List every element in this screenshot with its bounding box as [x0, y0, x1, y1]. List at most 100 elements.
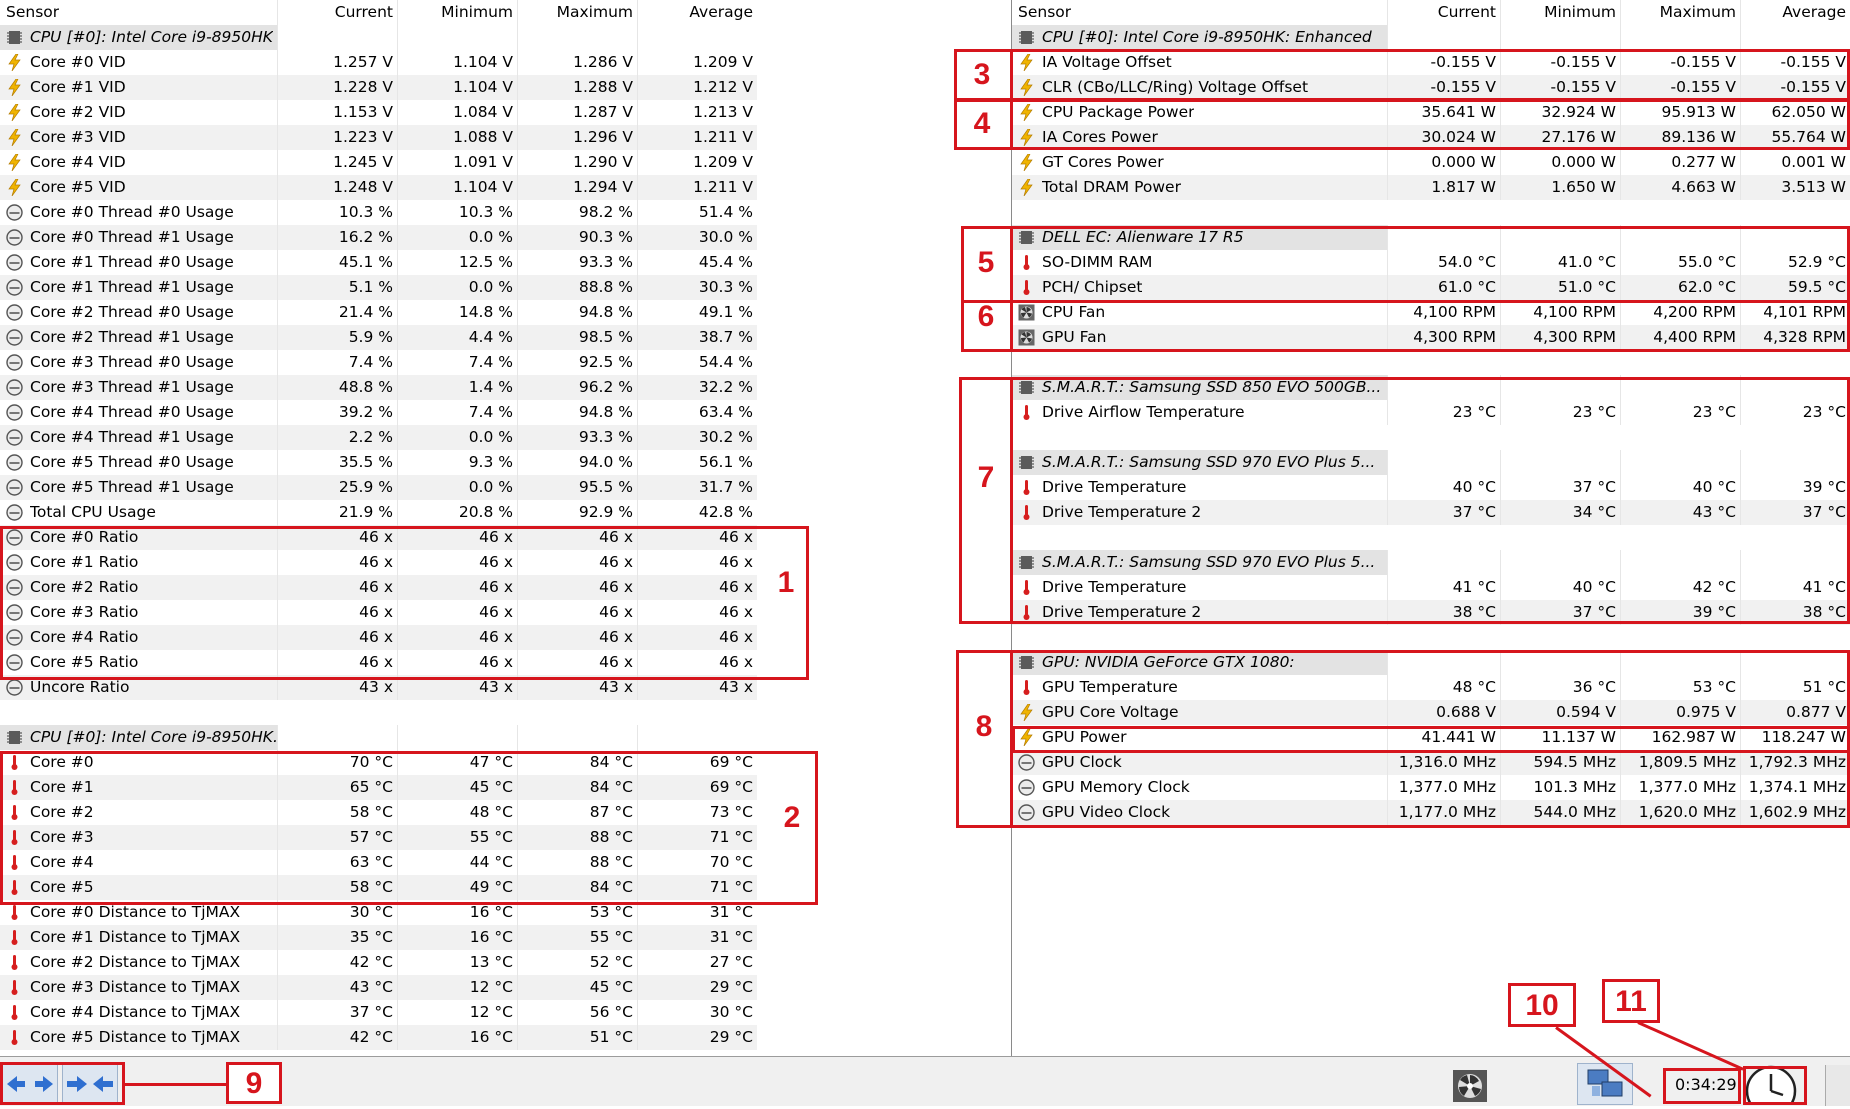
sensor-row[interactable]: Total DRAM Power 1.817 W 1.650 W 4.663 W 3.5… — [1012, 175, 1850, 200]
sensor-row[interactable]: Drive Temperature 2 37 °C 34 °C 43 °C 37 °C — [1012, 500, 1850, 525]
sensor-row[interactable]: Core #0 70 °C 47 °C 84 °C 69 °C — [0, 750, 757, 775]
sensor-group-header[interactable]: CPU [#0]: Intel Core i9-8950HK... — [0, 725, 757, 750]
sensor-row[interactable]: Core #2 Distance to TjMAX 42 °C 13 °C 52 °C… — [0, 950, 757, 975]
sensor-group-header[interactable]: S.M.A.R.T.: Samsung SSD 970 EVO Plus 5..… — [1012, 450, 1850, 475]
value-current: 2.2 % — [277, 425, 397, 450]
sensor-group-header[interactable]: CPU [#0]: Intel Core i9-8950HK: Enhanced — [1012, 25, 1850, 50]
value-minimum: 20.8 % — [397, 500, 517, 525]
sensor-group-header[interactable]: DELL EC: Alienware 17 R5 — [1012, 225, 1850, 250]
sensor-row[interactable]: Core #5 58 °C 49 °C 84 °C 71 °C — [0, 875, 757, 900]
column-header-average[interactable]: Average — [637, 0, 757, 25]
sensor-row[interactable]: Core #3 VID 1.223 V 1.088 V 1.296 V 1.211 V — [0, 125, 757, 150]
sensor-row[interactable]: Core #3 57 °C 55 °C 88 °C 71 °C — [0, 825, 757, 850]
gauge-icon — [6, 579, 23, 596]
column-header-sensor[interactable]: Sensor — [1018, 0, 1071, 25]
sensor-row[interactable]: Core #3 Distance to TjMAX 43 °C 12 °C 45 °C… — [0, 975, 757, 1000]
collapse-button[interactable] — [62, 1063, 118, 1103]
sensor-row[interactable]: Core #1 Thread #1 Usage 5.1 % 0.0 % 88.8 % 3… — [0, 275, 757, 300]
window-edge-button[interactable] — [1825, 1065, 1850, 1106]
sensor-row[interactable]: Core #4 Thread #0 Usage 39.2 % 7.4 % 94.8 %… — [0, 400, 757, 425]
sensor-row[interactable]: Core #0 Distance to TjMAX 30 °C 16 °C 53 °C… — [0, 900, 757, 925]
sensor-row[interactable]: Core #0 Thread #0 Usage 10.3 % 10.3 % 98.2 … — [0, 200, 757, 225]
value-minimum: 27.176 W — [1500, 125, 1620, 150]
sensor-group-header[interactable]: S.M.A.R.T.: Samsung SSD 970 EVO Plus 5..… — [1012, 550, 1850, 575]
sensor-row[interactable]: Drive Airflow Temperature 23 °C 23 °C 23 °C… — [1012, 400, 1850, 425]
sensor-row[interactable]: Core #3 Ratio 46 x 46 x 46 x 46 x — [0, 600, 757, 625]
sensor-row[interactable]: Core #1 Ratio 46 x 46 x 46 x 46 x — [0, 550, 757, 575]
sensor-row[interactable]: Core #4 63 °C 44 °C 88 °C 70 °C — [0, 850, 757, 875]
sensor-row[interactable]: CPU Fan 4,100 RPM 4,100 RPM 4,200 RPM 4,101 … — [1012, 300, 1850, 325]
value-minimum: 4.4 % — [397, 325, 517, 350]
sensor-group-header[interactable]: CPU [#0]: Intel Core i9-8950HK — [0, 25, 757, 50]
sensor-row[interactable]: GPU Power 41.441 W 11.137 W 162.987 W 118.24… — [1012, 725, 1850, 750]
column-header-average[interactable]: Average — [1740, 0, 1850, 25]
sensor-row[interactable]: Core #2 VID 1.153 V 1.084 V 1.287 V 1.213 V — [0, 100, 757, 125]
sensor-row[interactable]: GPU Temperature 48 °C 36 °C 53 °C 51 °C — [1012, 675, 1850, 700]
sensor-row[interactable]: GPU Memory Clock 1,377.0 MHz 101.3 MHz 1,37… — [1012, 775, 1850, 800]
sensor-row[interactable]: Core #5 Thread #1 Usage 25.9 % 0.0 % 95.5 %… — [0, 475, 757, 500]
column-header-minimum[interactable]: Minimum — [397, 0, 517, 25]
sensor-row[interactable]: GT Cores Power 0.000 W 0.000 W 0.277 W 0.001… — [1012, 150, 1850, 175]
sensor-row[interactable]: Core #1 Thread #0 Usage 45.1 % 12.5 % 93.3 … — [0, 250, 757, 275]
sensor-row[interactable]: Core #5 Thread #0 Usage 35.5 % 9.3 % 94.0 %… — [0, 450, 757, 475]
sensor-row[interactable]: GPU Video Clock 1,177.0 MHz 544.0 MHz 1,620… — [1012, 800, 1850, 825]
sensor-row[interactable]: Core #2 Thread #1 Usage 5.9 % 4.4 % 98.5 % 3… — [0, 325, 757, 350]
sensor-row[interactable]: Core #4 Ratio 46 x 46 x 46 x 46 x — [0, 625, 757, 650]
sensor-row[interactable]: SO-DIMM RAM 54.0 °C 41.0 °C 55.0 °C 52.9 °C — [1012, 250, 1850, 275]
sensor-row[interactable]: Core #5 VID 1.248 V 1.104 V 1.294 V 1.211 V — [0, 175, 757, 200]
sensor-row[interactable]: Core #2 Ratio 46 x 46 x 46 x 46 x — [0, 575, 757, 600]
sensor-row[interactable]: Core #1 VID 1.228 V 1.104 V 1.288 V 1.212 V — [0, 75, 757, 100]
gauge-icon — [6, 354, 23, 371]
value-average: 38 °C — [1740, 600, 1850, 625]
sensor-row[interactable]: GPU Core Voltage 0.688 V 0.594 V 0.975 V 0.8… — [1012, 700, 1850, 725]
value-average: -0.155 V — [1740, 50, 1850, 75]
group-name: CPU [#0]: Intel Core i9-8950HK... — [30, 728, 288, 746]
blank-row — [1012, 350, 1850, 375]
sensor-row[interactable]: Core #2 58 °C 48 °C 87 °C 73 °C — [0, 800, 757, 825]
column-header-current[interactable]: Current — [1387, 0, 1500, 25]
sensor-group-header[interactable]: GPU: NVIDIA GeForce GTX 1080: — [1012, 650, 1850, 675]
sensor-row[interactable]: Core #4 Distance to TjMAX 37 °C 12 °C 56 °C… — [0, 1000, 757, 1025]
gauge-icon — [6, 504, 23, 521]
value-maximum: 53 °C — [1620, 675, 1740, 700]
column-header-minimum[interactable]: Minimum — [1500, 0, 1620, 25]
sensor-row[interactable]: Core #5 Ratio 46 x 46 x 46 x 46 x — [0, 650, 757, 675]
sensor-row[interactable]: Total CPU Usage 21.9 % 20.8 % 92.9 % 42.8 % — [0, 500, 757, 525]
sensor-row[interactable]: Uncore Ratio 43 x 43 x 43 x 43 x — [0, 675, 757, 700]
column-header-current[interactable]: Current — [277, 0, 397, 25]
sensor-row[interactable]: Core #3 Thread #0 Usage 7.4 % 7.4 % 92.5 % 5… — [0, 350, 757, 375]
sensor-row[interactable]: Drive Temperature 2 38 °C 37 °C 39 °C 38 °C — [1012, 600, 1850, 625]
group-name: CPU [#0]: Intel Core i9-8950HK — [30, 28, 273, 46]
value-maximum: 4,200 RPM — [1620, 300, 1740, 325]
sensor-row[interactable]: PCH/ Chipset 61.0 °C 51.0 °C 62.0 °C 59.5 °C — [1012, 275, 1850, 300]
sensor-row[interactable]: Core #0 Ratio 46 x 46 x 46 x 46 x — [0, 525, 757, 550]
column-header-maximum[interactable]: Maximum — [1620, 0, 1740, 25]
value-maximum: 62.0 °C — [1620, 275, 1740, 300]
fan-settings-button[interactable] — [1450, 1069, 1490, 1103]
sensor-row[interactable]: Core #1 65 °C 45 °C 84 °C 69 °C — [0, 775, 757, 800]
sensor-row[interactable]: Core #0 VID 1.257 V 1.104 V 1.286 V 1.209 V — [0, 50, 757, 75]
sensor-row[interactable]: Core #4 Thread #1 Usage 2.2 % 0.0 % 93.3 % 3… — [0, 425, 757, 450]
expand-button[interactable] — [2, 1063, 58, 1103]
group-cell-maximum — [1620, 550, 1740, 575]
sensor-row[interactable]: Core #2 Thread #0 Usage 21.4 % 14.8 % 94.8 … — [0, 300, 757, 325]
network-button[interactable] — [1577, 1063, 1633, 1105]
column-header-maximum[interactable]: Maximum — [517, 0, 637, 25]
sensor-row[interactable]: Drive Temperature 41 °C 40 °C 42 °C 41 °C — [1012, 575, 1850, 600]
sensor-row[interactable]: Core #3 Thread #1 Usage 48.8 % 1.4 % 96.2 %… — [0, 375, 757, 400]
sensor-row[interactable]: Core #5 Distance to TjMAX 42 °C 16 °C 51 °C… — [0, 1025, 757, 1050]
sensor-row[interactable]: GPU Clock 1,316.0 MHz 594.5 MHz 1,809.5 MHz… — [1012, 750, 1850, 775]
clock-button[interactable] — [1743, 1063, 1799, 1109]
sensor-row[interactable]: GPU Fan 4,300 RPM 4,300 RPM 4,400 RPM 4,328 … — [1012, 325, 1850, 350]
sensor-row[interactable]: CPU Package Power 35.641 W 32.924 W 95.913 … — [1012, 100, 1850, 125]
sensor-row[interactable]: IA Cores Power 30.024 W 27.176 W 89.136 W 55… — [1012, 125, 1850, 150]
sensor-row[interactable]: Core #0 Thread #1 Usage 16.2 % 0.0 % 90.3 %… — [0, 225, 757, 250]
sensor-row[interactable]: CLR (CBo/LLC/Ring) Voltage Offset -0.155 … — [1012, 75, 1850, 100]
sensor-row[interactable]: Core #4 VID 1.245 V 1.091 V 1.290 V 1.209 V — [0, 150, 757, 175]
sensor-group-header[interactable]: S.M.A.R.T.: Samsung SSD 850 EVO 500GB... — [1012, 375, 1850, 400]
sensor-row[interactable]: Core #1 Distance to TjMAX 35 °C 16 °C 55 °C… — [0, 925, 757, 950]
column-header-sensor[interactable]: Sensor — [6, 0, 59, 25]
group-cell-average — [1740, 25, 1850, 50]
sensor-row[interactable]: Drive Temperature 40 °C 37 °C 40 °C 39 °C — [1012, 475, 1850, 500]
sensor-row[interactable]: IA Voltage Offset -0.155 V -0.155 V -0.155 … — [1012, 50, 1850, 75]
